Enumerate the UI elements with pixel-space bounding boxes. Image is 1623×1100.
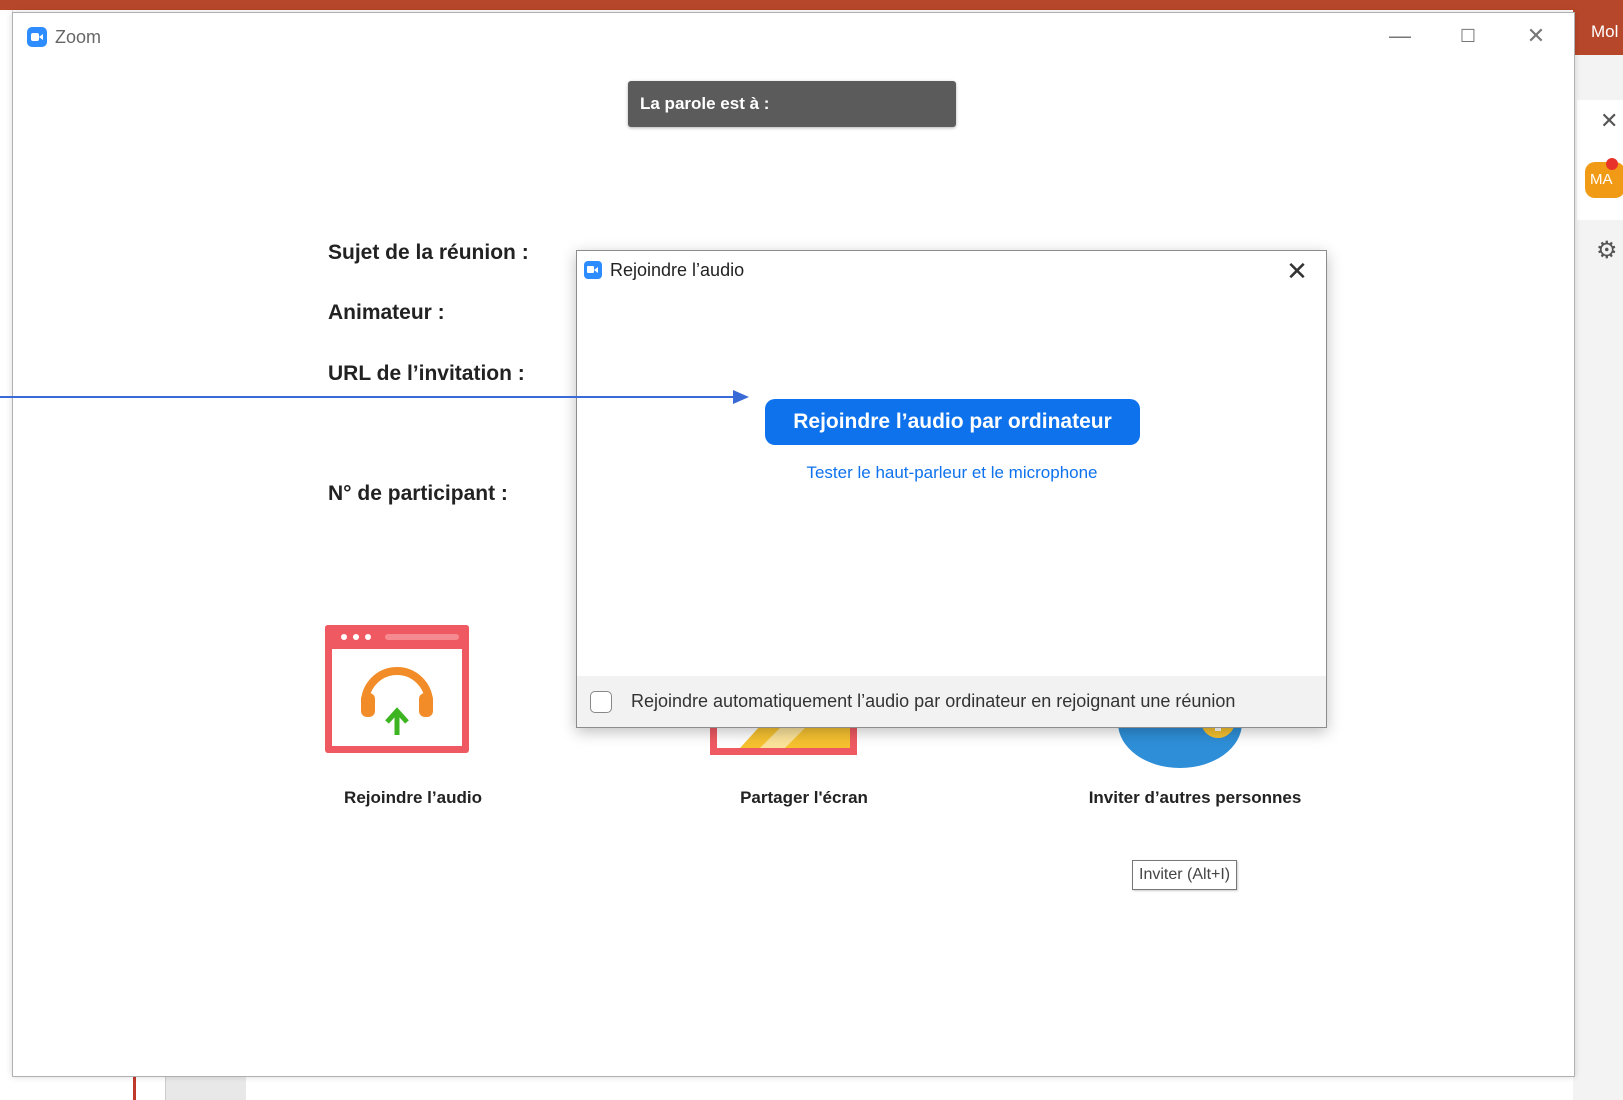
annotation-arrow-line <box>0 396 735 398</box>
zoom-logo-icon <box>584 261 602 279</box>
zoom-window: Zoom — ☐ ✕ La parole est à : Sujet de la… <box>12 12 1575 1077</box>
close-button[interactable]: ✕ <box>1511 21 1561 51</box>
auto-join-audio-label[interactable]: Rejoindre automatiquement l’audio par or… <box>631 691 1235 712</box>
join-audio-icon[interactable] <box>323 623 471 755</box>
active-speaker-banner: La parole est à : <box>628 81 956 127</box>
background-app-ribbon-text: Mol <box>1591 22 1619 41</box>
participant-id-label: N° de participant : <box>328 482 508 505</box>
gear-icon[interactable]: ⚙ <box>1596 236 1618 265</box>
avatar[interactable]: MA <box>1585 162 1623 198</box>
meeting-host-label: Animateur : <box>328 301 445 324</box>
background-app-ribbon: Mol <box>1573 10 1623 55</box>
background-app-titlebar <box>0 0 1623 10</box>
dialog-close-button[interactable]: ✕ <box>1279 255 1315 287</box>
window-titlebar: Zoom — ☐ ✕ <box>13 13 1574 59</box>
join-audio-label[interactable]: Rejoindre l’audio <box>283 788 543 808</box>
dialog-footer: Rejoindre automatiquement l’audio par or… <box>577 676 1326 727</box>
avatar-initials: MA <box>1590 171 1613 188</box>
invite-others-label[interactable]: Inviter d’autres personnes <box>1065 788 1325 808</box>
annotation-arrow-head <box>733 390 749 404</box>
window-title: Zoom <box>55 27 102 47</box>
invite-url-label: URL de l’invitation : <box>328 362 525 385</box>
minimize-button[interactable]: — <box>1375 21 1425 51</box>
share-screen-label[interactable]: Partager l'écran <box>674 788 934 808</box>
meeting-topic-label: Sujet de la réunion : <box>328 241 529 264</box>
maximize-button[interactable]: ☐ <box>1443 21 1493 51</box>
background-bottom-strip <box>12 1075 1573 1100</box>
auto-join-audio-checkbox[interactable] <box>590 691 612 713</box>
join-computer-audio-button[interactable]: Rejoindre l’audio par ordinateur <box>765 399 1140 445</box>
invite-tooltip: Inviter (Alt+I) <box>1132 860 1238 890</box>
background-bottom-marker <box>133 1075 136 1100</box>
join-audio-dialog: Rejoindre l’audio ✕ Rejoindre l’audio pa… <box>576 250 1327 728</box>
test-speaker-microphone-link[interactable]: Tester le haut-parleur et le microphone <box>707 463 1197 483</box>
dialog-title: Rejoindre l’audio <box>610 260 745 280</box>
background-bottom-tab[interactable] <box>165 1075 246 1100</box>
background-panel-close-icon[interactable]: ✕ <box>1600 108 1618 134</box>
notification-dot <box>1606 158 1618 170</box>
zoom-logo-icon <box>27 27 47 47</box>
